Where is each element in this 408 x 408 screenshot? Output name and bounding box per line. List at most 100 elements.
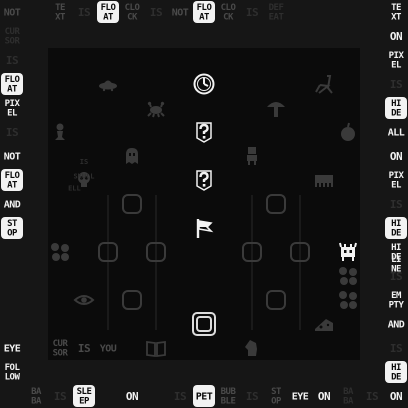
rule-word: IS <box>150 6 163 19</box>
rule-word-text: TE <box>391 3 401 13</box>
rule-word: IS <box>390 342 403 355</box>
game-board-canvas[interactable]: ISSKULLELL NOT TEXT IS FLOATCLOCK IS NOT FLOAT… <box>0 0 408 408</box>
rule-word: HIDE <box>385 361 407 383</box>
rule-word-text: NOT <box>4 152 21 163</box>
rule-word: IS <box>390 78 403 91</box>
rule-word-text: HI <box>391 219 401 229</box>
rule-word-text: DEF <box>269 3 284 13</box>
rule-word-text: FLO <box>101 3 117 13</box>
rule-word-text: IS <box>78 342 90 355</box>
rule-word-text: CLO <box>125 3 141 13</box>
rule-word: ON <box>390 150 403 163</box>
rule-word-text: AT <box>7 181 18 191</box>
rule-word: IS <box>390 270 403 283</box>
rule-word-text: IS <box>390 198 402 211</box>
rule-word: FLOAT <box>193 1 215 23</box>
rule-word-text: FOL <box>5 363 21 373</box>
ghost-icon <box>126 148 138 164</box>
rule-word: CURSOR <box>53 339 69 359</box>
rule-word-text: AND <box>388 320 405 331</box>
rule-word: IS <box>6 54 19 67</box>
rule-word-text: IS <box>390 270 402 283</box>
rule-word: BUBBLE <box>221 387 237 407</box>
rule-word: NOT <box>4 152 22 163</box>
rule-word-text: HI <box>391 243 401 253</box>
rule-word-text: IS <box>54 390 66 403</box>
rule-word-text: ON <box>390 390 402 403</box>
board-word-text: SKULL <box>73 172 94 180</box>
rule-word-text: PET <box>196 392 213 403</box>
rule-word: EYE <box>292 392 310 403</box>
rule-word-text: ON <box>126 390 138 403</box>
rule-word-text: ALL <box>388 128 405 139</box>
rule-word: HIDE <box>385 97 407 119</box>
rule-word-text: PIX <box>389 51 405 61</box>
rule-word-text: BA <box>31 397 42 407</box>
rule-word-text: FLO <box>5 75 21 85</box>
rule-word-text: CUR <box>5 27 21 37</box>
rule-word-text: TE <box>55 3 65 13</box>
rule-word-text: IS <box>174 390 186 403</box>
rule-word-text: IS <box>390 78 402 91</box>
rule-word: FOLLOW <box>5 363 21 383</box>
rule-word-text: FLO <box>197 3 213 13</box>
rule-word-text: NOT <box>4 8 21 19</box>
rule-word-text: BUB <box>221 387 237 397</box>
rule-word: STOP <box>271 387 282 407</box>
rule-word: FLOAT <box>1 73 23 95</box>
rule-word-text: PIX <box>389 171 405 181</box>
rule-word-text: ON <box>318 390 330 403</box>
board-word: SKULL <box>73 172 94 180</box>
rule-word: IS <box>390 198 403 211</box>
rule-word: NOT <box>172 8 190 19</box>
rule-word-text: SLE <box>77 387 92 397</box>
rule-word-text: IS <box>246 390 258 403</box>
rule-word-text: BLE <box>221 397 236 407</box>
rule-word-text: SOR <box>5 37 21 47</box>
rule-word-text: EYE <box>4 344 21 355</box>
rule-word-text: XT <box>391 13 402 23</box>
rule-word-text: EAT <box>269 13 285 23</box>
rule-word-text: OP <box>271 397 282 407</box>
rule-word-text: SOR <box>53 349 69 359</box>
rule-word: ALL <box>388 128 406 139</box>
rule-word-text: IS <box>246 6 258 19</box>
rule-word-text: CUR <box>53 339 69 349</box>
rule-word-text: CLO <box>221 3 237 13</box>
rule-word: IS <box>78 342 91 355</box>
rule-word-text: EYE <box>292 392 309 403</box>
rule-word-text: IS <box>150 6 162 19</box>
rule-word: IS <box>78 6 91 19</box>
rule-word: AND <box>4 200 22 211</box>
rule-word-text: IS <box>6 126 18 139</box>
rule-word: TEXT <box>391 3 402 23</box>
rule-word: IS <box>54 390 67 403</box>
rule-word: SLEEP <box>73 385 95 407</box>
rule-word-text: FLO <box>5 171 21 181</box>
rule-word-text: BA <box>343 397 354 407</box>
rule-word-text: LOW <box>5 373 21 383</box>
rule-word-text: EL <box>391 61 402 71</box>
rule-word-text: IS <box>390 342 402 355</box>
rule-word-text: EL <box>7 109 18 119</box>
rule-word: DEFEAT <box>269 3 285 23</box>
rule-word-text: PIX <box>5 99 21 109</box>
rule-word-text: PTY <box>389 301 405 311</box>
rule-word-text: AT <box>199 13 210 23</box>
rule-word-text: ON <box>390 150 402 163</box>
rule-word: FLOAT <box>1 169 23 191</box>
rule-word: ON <box>126 390 139 403</box>
rule-word: IS <box>6 126 19 139</box>
rule-word-text: CK <box>223 13 234 23</box>
rule-word-text: BA <box>343 387 354 397</box>
clock-icon <box>193 73 215 95</box>
rule-word-text: EP <box>79 397 90 407</box>
board-word-text: IS <box>80 158 88 166</box>
rule-word-text: ST <box>7 219 18 229</box>
rule-word: STOP <box>1 217 23 239</box>
rule-word-text: AT <box>103 13 114 23</box>
rule-word-text: DE <box>391 373 401 383</box>
rule-word-text: LI <box>391 255 401 265</box>
rule-word-text: NOT <box>172 8 189 19</box>
rule-word: BABA <box>343 387 354 407</box>
